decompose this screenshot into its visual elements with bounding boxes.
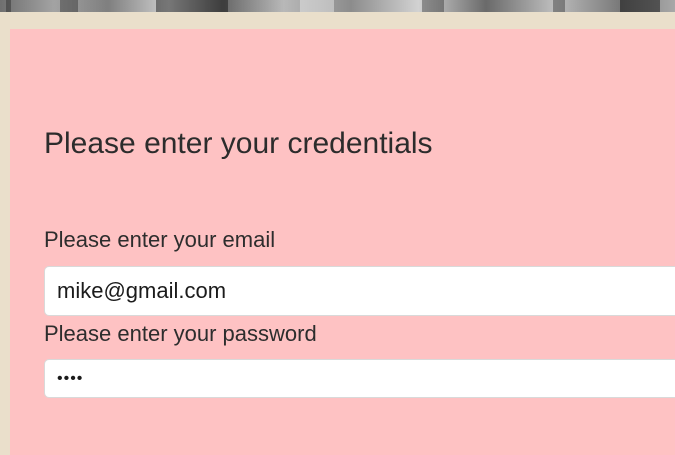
- header-photo-detail: [620, 0, 660, 12]
- header-photo-detail: [156, 0, 228, 12]
- header-photo: [0, 0, 675, 12]
- form-title: Please enter your credentials: [44, 127, 433, 160]
- credentials-panel: Please enter your credentials Please ent…: [10, 29, 675, 455]
- password-field[interactable]: [44, 359, 675, 398]
- header-photo-detail: [60, 0, 78, 12]
- header-photo-detail: [422, 0, 444, 12]
- password-label: Please enter your password: [44, 321, 317, 346]
- email-field[interactable]: [44, 266, 675, 316]
- header-photo-detail: [553, 0, 565, 12]
- header-photo-detail: [300, 0, 334, 12]
- email-label: Please enter your email: [44, 227, 276, 252]
- header-photo-detail: [6, 0, 11, 12]
